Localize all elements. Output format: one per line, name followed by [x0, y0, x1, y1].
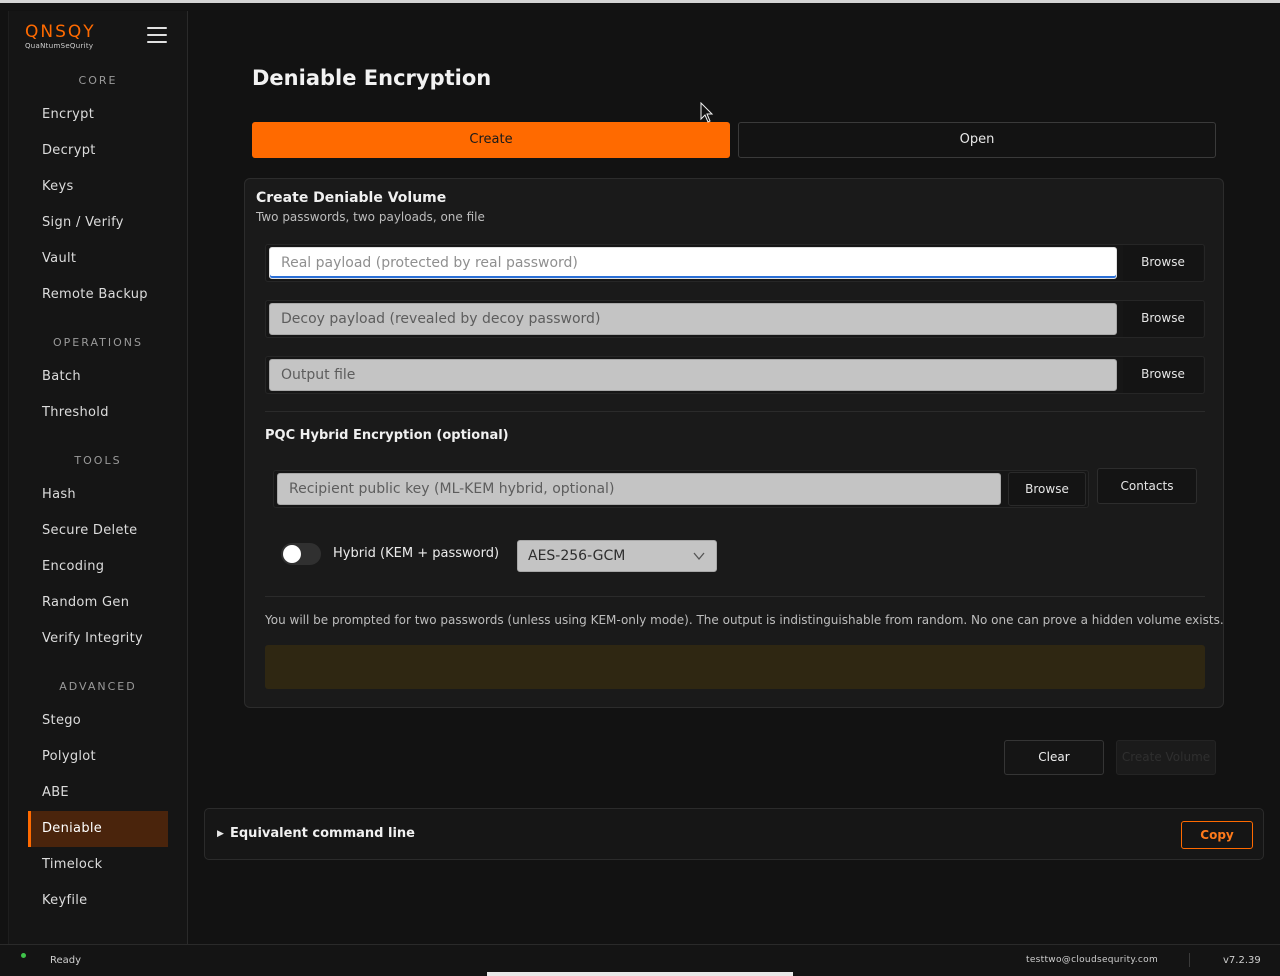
user-email: testtwo@cloudsequrity.com — [1026, 955, 1159, 965]
expand-caret-icon[interactable]: ▶ — [217, 829, 224, 839]
sidebar-item-encoding[interactable]: Encoding — [28, 549, 168, 585]
decoy-payload-input[interactable] — [269, 303, 1117, 335]
sidebar-item-vault[interactable]: Vault — [28, 241, 168, 277]
panel-subtitle: Two passwords, two payloads, one file — [256, 210, 485, 224]
status-text: Ready — [50, 955, 82, 966]
nav-section-operations: OPERATIONS — [53, 336, 143, 349]
sidebar-item-keys[interactable]: Keys — [28, 169, 168, 205]
sidebar-item-timelock[interactable]: Timelock — [28, 847, 168, 883]
decoy-payload-browse-button[interactable]: Browse — [1123, 301, 1203, 337]
sidebar-item-verify-integrity[interactable]: Verify Integrity — [28, 621, 168, 657]
deniability-note: You will be prompted for two passwords (… — [265, 613, 1224, 627]
logo-text: QNSQY — [25, 22, 96, 42]
status-indicator-icon — [21, 953, 26, 958]
sidebar-item-batch[interactable]: Batch — [28, 359, 168, 395]
sidebar-item-polyglot[interactable]: Polyglot — [28, 739, 168, 775]
output-file-browse-button[interactable]: Browse — [1123, 357, 1203, 393]
sidebar: QNSQY QuaNtumSeQurity CORE Encrypt Decry… — [8, 11, 188, 946]
command-line-section[interactable]: ▶ Equivalent command line Copy — [204, 808, 1264, 860]
tab-create[interactable]: Create — [252, 122, 730, 158]
cipher-select-value: AES-256-GCM — [528, 548, 626, 564]
home-indicator — [487, 972, 793, 976]
decoy-payload-row: Browse — [265, 300, 1205, 338]
create-volume-panel: Create Deniable Volume Two passwords, tw… — [244, 178, 1224, 708]
nav-section-tools: TOOLS — [74, 454, 122, 467]
section-divider-2 — [265, 596, 1205, 597]
output-file-row: Browse — [265, 356, 1205, 394]
copy-button[interactable]: Copy — [1181, 821, 1253, 849]
sidebar-item-deniable[interactable]: Deniable — [28, 811, 168, 847]
status-message-box — [265, 645, 1205, 689]
clear-button[interactable]: Clear — [1004, 740, 1104, 775]
nav-section-core: CORE — [78, 74, 118, 87]
logo-subtext: QuaNtumSeQurity — [25, 42, 94, 50]
pqc-section-title: PQC Hybrid Encryption (optional) — [265, 428, 509, 443]
create-volume-button[interactable]: Create Volume — [1116, 740, 1216, 775]
sidebar-item-decrypt[interactable]: Decrypt — [28, 133, 168, 169]
contacts-button[interactable]: Contacts — [1097, 468, 1197, 504]
app-logo: QNSQY QuaNtumSeQurity — [25, 23, 115, 50]
sidebar-item-sign-verify[interactable]: Sign / Verify — [28, 205, 168, 241]
sidebar-item-remote-backup[interactable]: Remote Backup — [28, 277, 168, 313]
window-top-border — [0, 0, 1280, 3]
recipient-key-input[interactable] — [277, 473, 1001, 505]
output-file-input[interactable] — [269, 359, 1117, 391]
cipher-select[interactable]: AES-256-GCM — [517, 540, 717, 572]
sidebar-item-encrypt[interactable]: Encrypt — [28, 97, 168, 133]
app-version: v7.2.39 — [1223, 955, 1261, 966]
command-line-label[interactable]: Equivalent command line — [230, 826, 415, 841]
hybrid-toggle-label: Hybrid (KEM + password) — [333, 546, 500, 561]
tab-open[interactable]: Open — [738, 122, 1216, 158]
status-separator — [1189, 953, 1190, 967]
section-divider — [265, 411, 1205, 412]
sidebar-item-threshold[interactable]: Threshold — [28, 395, 168, 431]
recipient-key-row: Browse — [273, 470, 1089, 508]
sidebar-item-random-gen[interactable]: Random Gen — [28, 585, 168, 621]
sidebar-item-abe[interactable]: ABE — [28, 775, 168, 811]
hybrid-toggle[interactable] — [281, 543, 321, 565]
sidebar-item-secure-delete[interactable]: Secure Delete — [28, 513, 168, 549]
real-payload-browse-button[interactable]: Browse — [1123, 245, 1203, 281]
real-payload-row: Browse — [265, 244, 1205, 282]
sidebar-item-keyfile[interactable]: Keyfile — [28, 883, 168, 919]
menu-icon[interactable] — [147, 27, 167, 45]
toggle-knob — [283, 545, 301, 563]
panel-title: Create Deniable Volume — [256, 190, 447, 206]
chevron-down-icon — [693, 552, 705, 561]
nav-section-advanced: ADVANCED — [59, 680, 137, 693]
recipient-key-browse-button[interactable]: Browse — [1008, 472, 1086, 506]
page-title: Deniable Encryption — [252, 66, 492, 90]
mouse-pointer-icon — [700, 102, 714, 123]
real-payload-input[interactable] — [269, 247, 1117, 279]
sidebar-item-stego[interactable]: Stego — [28, 703, 168, 739]
sidebar-item-hash[interactable]: Hash — [28, 477, 168, 513]
